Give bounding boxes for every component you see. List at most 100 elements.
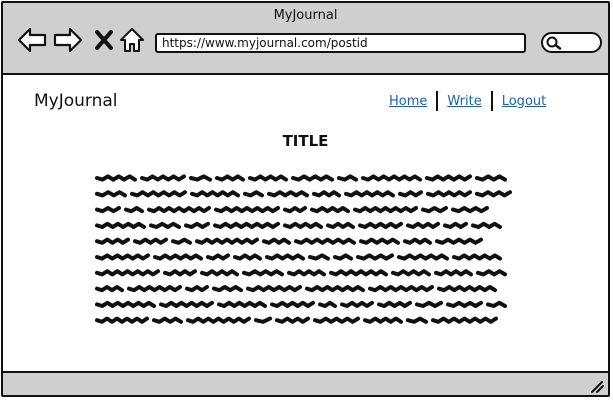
close-icon [95,30,113,50]
nav-link-write[interactable]: Write [447,94,481,109]
placeholder-word [195,237,259,245]
placeholder-word [95,253,150,261]
placeholder-word [425,174,472,182]
placeholder-word [475,174,507,182]
placeholder-word [149,221,181,229]
placeholder-word [353,206,418,214]
placeholder-word [443,221,468,229]
search-icon [546,36,562,50]
placeholder-word [337,174,358,182]
placeholder-word [340,300,374,308]
placeholder-word [130,190,187,198]
placeholder-word [243,190,264,198]
placeholder-word [475,190,512,198]
placeholder-word [275,316,310,324]
placeholder-word [310,206,350,214]
placeholder-word [190,190,240,198]
forward-button[interactable] [53,25,83,55]
placeholder-word [171,237,192,245]
window-title: MyJournal [273,8,338,23]
placeholder-word [446,300,483,308]
placeholder-word [254,316,272,324]
placeholder-word [451,206,489,214]
placeholder-word [318,300,337,308]
placeholder-word [214,206,280,214]
placeholder-word [344,190,395,198]
placeholder-word [329,269,388,277]
placeholder-word [403,237,432,245]
stop-button[interactable] [89,25,119,55]
browser-window: MyJournal https://www.myjournal.com/post… [1,1,610,397]
nav-link-home[interactable]: Home [389,94,427,109]
placeholder-word [246,285,302,293]
placeholder-word [270,300,315,308]
placeholder-word [152,316,183,324]
placeholder-word [140,174,186,182]
placeholder-word [95,316,149,324]
post-body-placeholder-text [95,174,512,324]
home-button[interactable] [117,25,147,55]
placeholder-word [95,221,146,229]
placeholder-word [426,190,472,198]
placeholder-word [397,253,449,261]
placeholder-word [406,316,428,324]
site-nav: Home Write Logout [389,91,546,111]
search-box[interactable] [541,32,602,53]
placeholder-word [212,285,243,293]
placeholder-word [294,237,356,245]
placeholder-word [391,269,431,277]
placeholder-word [248,174,288,182]
placeholder-word [313,316,360,324]
placeholder-word [95,237,130,245]
placeholder-word [471,221,502,229]
placeholder-word [242,269,284,277]
placeholder-word [267,190,309,198]
placeholder-word [398,190,423,198]
placeholder-word [233,253,262,261]
placeholder-word [283,206,307,214]
placeholder-word [305,285,365,293]
placeholder-word [308,253,330,261]
placeholder-word [333,253,353,261]
placeholder-word [95,269,160,277]
placeholder-word [95,285,124,293]
placeholder-word [217,300,267,308]
placeholder-word [312,190,341,198]
placeholder-word [185,285,209,293]
placeholder-word [377,300,412,308]
placeholder-word [291,174,334,182]
browser-toolbar: MyJournal [3,3,608,75]
placeholder-word [163,269,197,277]
placeholder-word [127,285,182,293]
page-content: MyJournal Home Write Logout TITLE [3,75,608,373]
resize-grip-icon[interactable] [589,379,605,393]
placeholder-word [287,269,326,277]
placeholder-word [186,316,251,324]
placeholder-word [133,237,168,245]
placeholder-word [184,221,210,229]
placeholder-word [363,316,403,324]
placeholder-word [283,221,323,229]
address-bar[interactable] [155,33,526,53]
placeholder-word [435,237,483,245]
nav-link-logout[interactable]: Logout [502,94,547,109]
status-bar [3,371,608,395]
nav-divider [436,91,439,111]
placeholder-word [437,285,497,293]
placeholder-word [265,253,305,261]
placeholder-word [95,300,156,308]
placeholder-word [262,237,291,245]
back-button[interactable] [17,25,47,55]
placeholder-word [421,206,448,214]
home-icon [120,28,144,52]
placeholder-word [189,174,212,182]
site-brand[interactable]: MyJournal [34,91,118,111]
placeholder-word [326,221,355,229]
placeholder-word [95,174,137,182]
post-title: TITLE [282,132,329,150]
arrow-left-icon [17,27,47,53]
placeholder-word [486,300,507,308]
placeholder-word [159,300,214,308]
placeholder-word [356,253,394,261]
placeholder-word [95,206,121,214]
